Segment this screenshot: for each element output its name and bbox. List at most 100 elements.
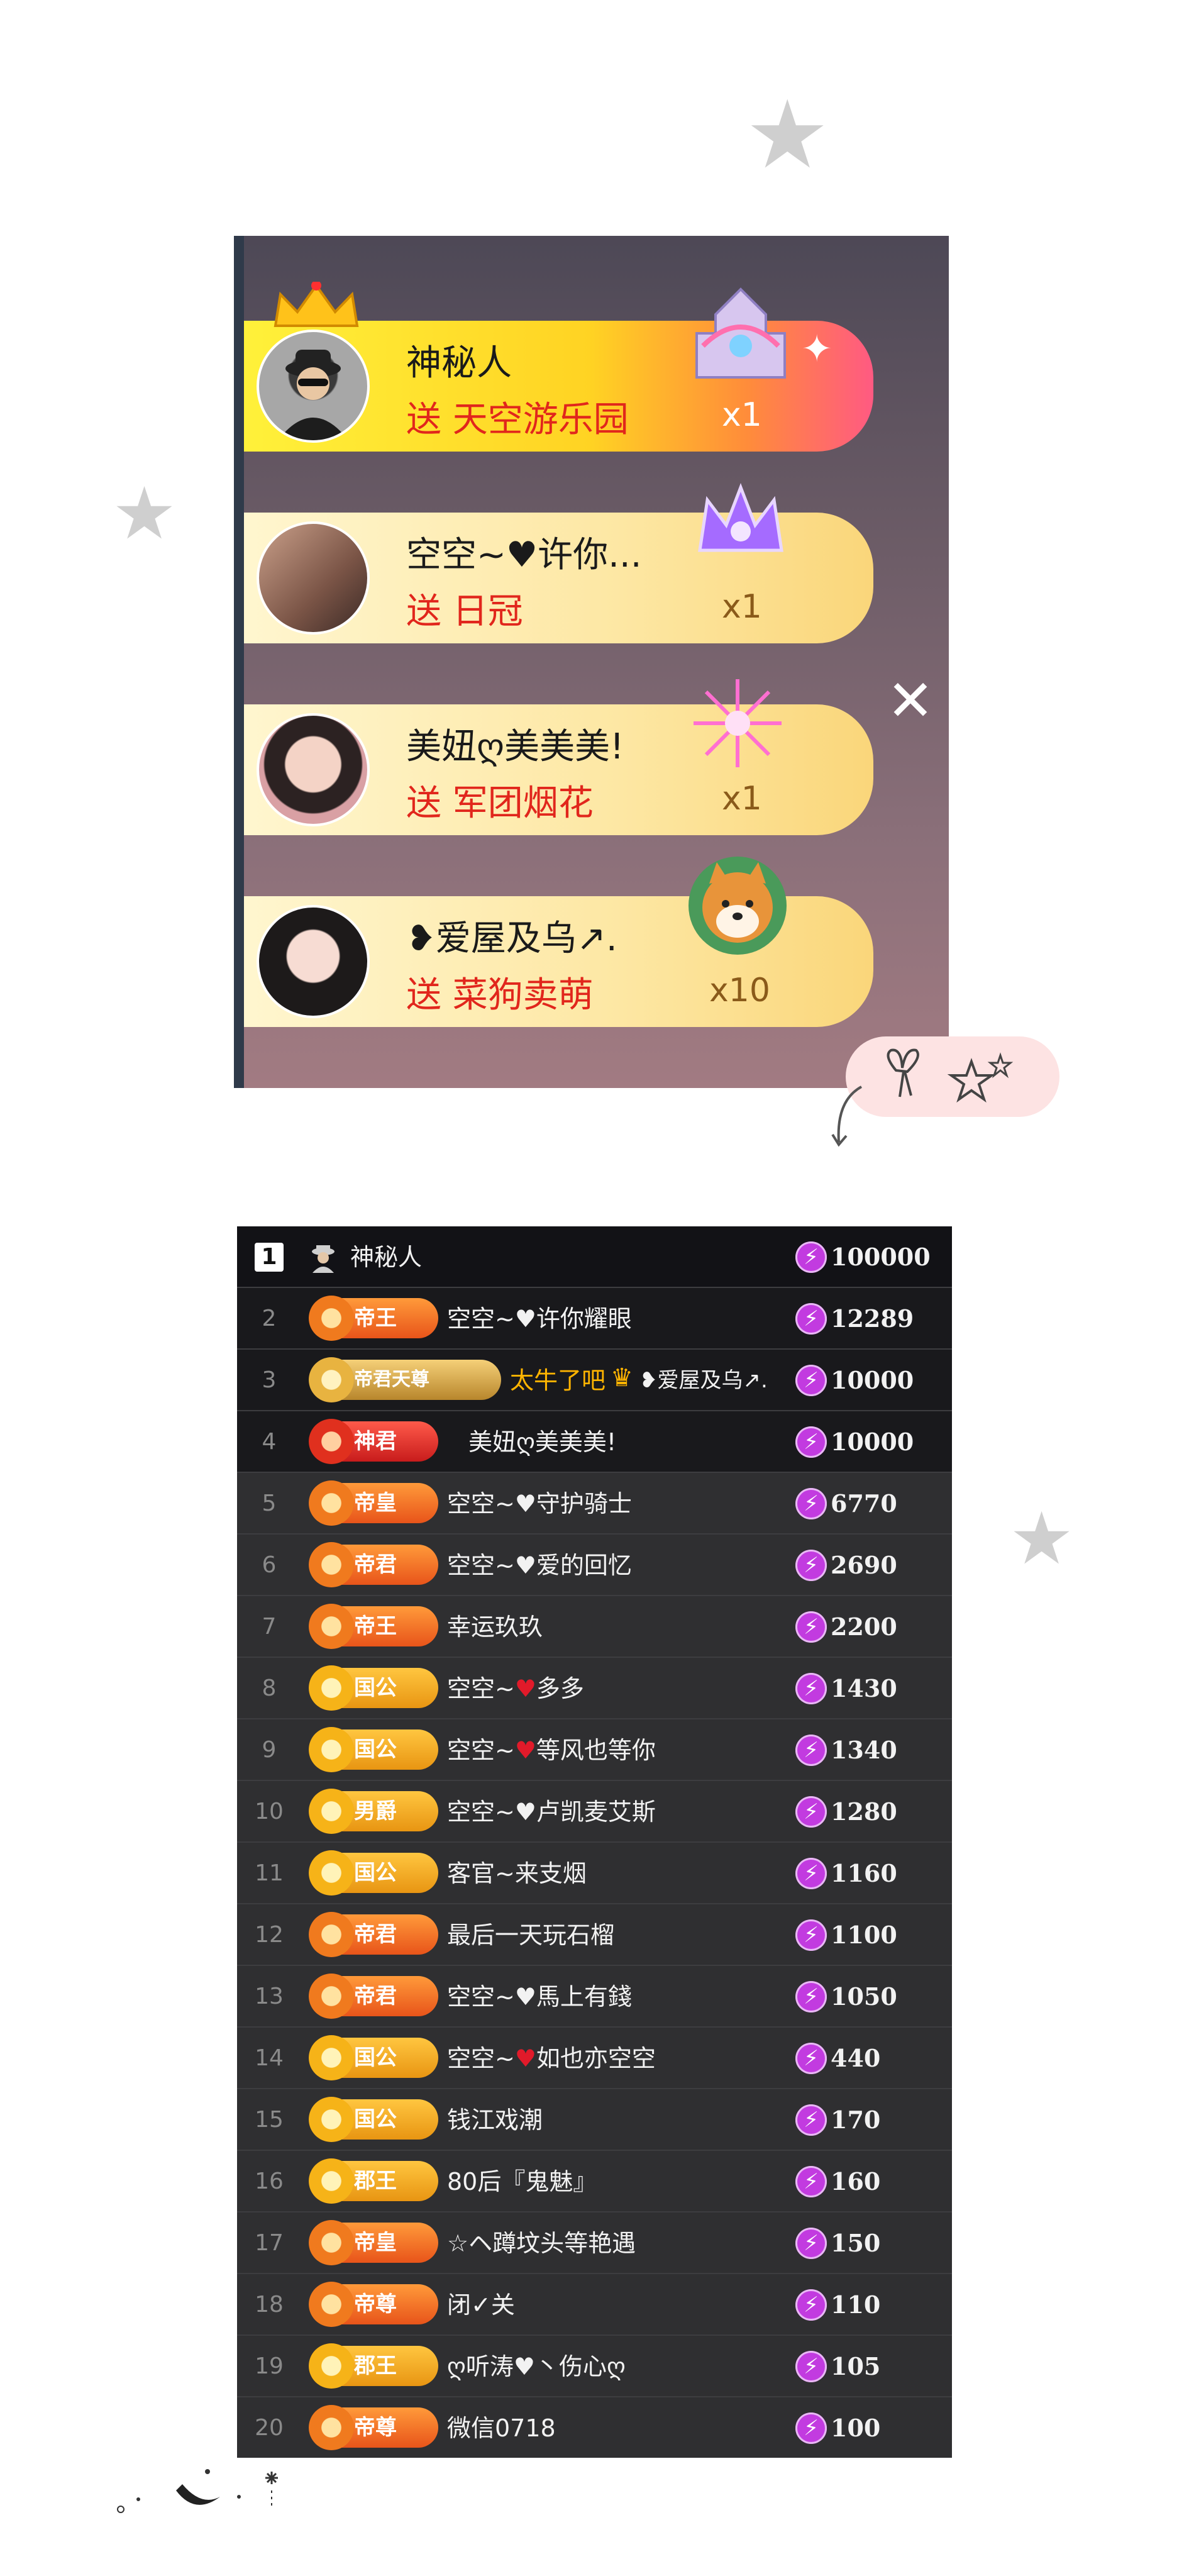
badge-label: 男爵 <box>354 1799 397 1824</box>
rank-number: 7 <box>262 1614 277 1640</box>
user-name: 空空~♥许你耀眼 <box>447 1305 632 1333</box>
gift-action-text: 送 军团烟花 <box>406 783 594 824</box>
badge-label: 帝王 <box>354 1614 397 1639</box>
rank-row[interactable]: 3 帝君天尊 太牛了吧 ♛ ❥爱屋及乌↗. ⚡ 10000 <box>237 1350 952 1411</box>
rank-row[interactable]: 14 国公 空空~♥如也亦空空 ⚡ 440 <box>237 2028 952 2089</box>
rank-row[interactable]: 6 帝君 空空~♥爱的回忆 ⚡ 2690 <box>237 1535 952 1596</box>
gift-row: 美妞ღ美美美! 送 军团烟花 x1 <box>244 679 873 835</box>
medal-icon <box>309 2282 354 2327</box>
shiba-dog-gift-icon <box>684 852 791 962</box>
lightning-icon: ⚡ <box>795 1365 827 1396</box>
user-name: 最后一天玩石榴 <box>447 1921 615 1949</box>
level-badge: 帝皇 <box>309 2220 438 2265</box>
rank-number: 20 <box>255 2415 284 2441</box>
gift-count: x1 <box>722 780 762 818</box>
user-name: 美妞ღ美美美! <box>468 1428 617 1456</box>
heart-icon: ♥ <box>514 2045 536 2072</box>
rank-row[interactable]: 18 帝尊 闭✓关 ⚡ 110 <box>237 2274 952 2336</box>
level-badge: 男爵 <box>309 1789 438 1834</box>
rank-row[interactable]: 10 男爵 空空~♥卢凯麦艾斯 ⚡ 1280 <box>237 1781 952 1843</box>
rank-row[interactable]: 7 帝王 幸运玖玖 ⚡ 2200 <box>237 1596 952 1658</box>
rank-number: 12 <box>255 1922 284 1948</box>
lightning-icon: ⚡ <box>795 1981 827 2012</box>
user-name: 空空~♥如也亦空空 <box>447 2028 656 2089</box>
badge-label: 帝皇 <box>354 1491 397 1516</box>
user-name: ☆ヘ蹲坟头等艳遇 <box>447 2229 636 2257</box>
rank-row[interactable]: 2 帝王 空空~♥许你耀眼 ⚡ 12289 <box>237 1288 952 1350</box>
score: 2690 <box>831 1551 897 1579</box>
rank-number: 1 <box>255 1243 284 1272</box>
medal-icon <box>309 1727 354 1772</box>
badge-label: 帝皇 <box>354 2230 397 2255</box>
user-name: 空空~♥多多 <box>447 1658 584 1719</box>
rank-row[interactable]: 12 帝君 最后一天玩石榴 ⚡ 1100 <box>237 1904 952 1966</box>
rank-row[interactable]: 13 帝君 空空~♥馬上有錢 ⚡ 1050 <box>237 1966 952 2028</box>
level-badge: 帝君 <box>309 1974 438 2019</box>
panel-edge <box>234 236 244 1088</box>
badge-label: 郡王 <box>354 2353 397 2379</box>
medal-icon <box>309 1604 354 1649</box>
score: 110 <box>831 2290 881 2319</box>
lightning-icon: ⚡ <box>795 1796 827 1828</box>
avatar <box>257 330 370 443</box>
medal-icon <box>309 2097 354 2142</box>
user-name: 神秘人 <box>350 1243 423 1271</box>
level-badge: 国公 <box>309 1727 438 1772</box>
rank-row[interactable]: 17 帝皇 ☆ヘ蹲坟头等艳遇 ⚡ 150 <box>237 2212 952 2274</box>
user-name: 空空~♥爱的回忆 <box>447 1552 632 1579</box>
user-name: 客官~来支烟 <box>447 1860 587 1887</box>
lightning-icon: ⚡ <box>795 1426 827 1458</box>
rank-number: 10 <box>255 1799 284 1824</box>
user-name: 闭✓关 <box>447 2291 515 2319</box>
score: 100 <box>831 2414 881 2442</box>
user-name-prefix: 空空~ <box>447 1675 515 1702</box>
rank-number: 2 <box>262 1306 277 1331</box>
rank-row[interactable]: 20 帝尊 微信0718 ⚡ 100 <box>237 2397 952 2458</box>
rank-row[interactable]: 16 郡王 80后『鬼魅』 ⚡ 160 <box>237 2151 952 2212</box>
lightning-icon: ⚡ <box>795 2289 827 2321</box>
avatar <box>257 713 370 826</box>
score: 100000 <box>831 1243 931 1271</box>
user-name-prefix: 空空~ <box>447 2045 515 2072</box>
rank-number: 8 <box>262 1675 277 1701</box>
score: 1160 <box>831 1859 897 1887</box>
crown-icon: ♛ <box>611 1363 633 1392</box>
level-badge: 帝君 <box>309 1912 438 1957</box>
medal-icon <box>309 1912 354 1957</box>
score: 160 <box>831 2167 881 2196</box>
rank-row[interactable]: 19 郡王 ღ听涛♥丶伤心ღ ⚡ 105 <box>237 2336 952 2397</box>
firework-gift-icon <box>687 673 788 776</box>
rank-row[interactable]: 15 国公 钱江戏潮 ⚡ 170 <box>237 2089 952 2151</box>
rank-number: 14 <box>255 2045 284 2071</box>
user-name: 幸运玖玖 <box>447 1613 543 1641</box>
rank-row[interactable]: 5 帝皇 空空~♥守护骑士 ⚡ 6770 <box>237 1473 952 1535</box>
badge-label: 帝王 <box>354 1306 397 1331</box>
badge-label: 帝尊 <box>354 2292 397 2317</box>
lightning-icon: ⚡ <box>795 1673 827 1704</box>
score: 2200 <box>831 1613 897 1641</box>
level-badge: 郡王 <box>309 2343 438 2389</box>
level-badge: 帝王 <box>309 1604 438 1649</box>
rank-row[interactable]: 8 国公 空空~♥多多 ⚡ 1430 <box>237 1658 952 1719</box>
score: 105 <box>831 2352 881 2380</box>
rank-row[interactable]: 9 国公 空空~♥等风也等你 ⚡ 1340 <box>237 1719 952 1781</box>
lightning-icon: ⚡ <box>795 1241 827 1273</box>
ranking-list: 1 神秘人 ⚡ 100000 2 帝王 空空~♥许你耀眼 ⚡ 12289 3 帝… <box>237 1226 952 2458</box>
rank-row[interactable]: 1 神秘人 ⚡ 100000 <box>237 1226 952 1288</box>
lightning-icon: ⚡ <box>795 1919 827 1951</box>
lightning-icon: ⚡ <box>795 2351 827 2382</box>
medal-icon <box>309 2158 354 2204</box>
medal-icon <box>309 2405 354 2450</box>
medal-icon <box>309 2343 354 2389</box>
user-name: ღ听涛♥丶伤心ღ <box>447 2353 626 2380</box>
medal-icon <box>309 1296 354 1341</box>
rank-number: 5 <box>262 1491 277 1516</box>
badge-label: 帝尊 <box>354 2415 397 2440</box>
rank-row[interactable]: 4 神君 美妞ღ美美美! ⚡ 10000 <box>237 1411 952 1473</box>
crown-icon <box>274 282 359 327</box>
rank-row[interactable]: 11 国公 客官~来支烟 ⚡ 1160 <box>237 1843 952 1904</box>
rank-number: 3 <box>262 1367 277 1393</box>
medal-icon <box>309 1850 354 1896</box>
medal-icon <box>309 1419 354 1464</box>
close-button[interactable]: ✕ <box>885 673 936 730</box>
